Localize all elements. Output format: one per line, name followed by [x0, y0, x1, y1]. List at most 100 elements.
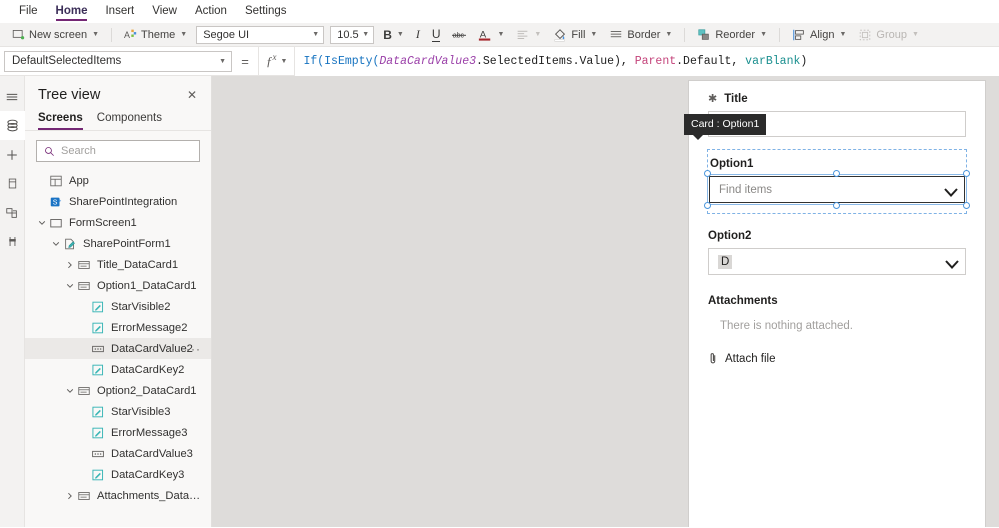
formula-input[interactable]: If(IsEmpty(DataCardValue3.SelectedItems.…	[294, 46, 999, 76]
fill-button[interactable]: Fill ▼	[547, 24, 603, 45]
screen-preview[interactable]: ✱ Title Option1 Find items Option2 D Att…	[684, 81, 985, 527]
tree-item-label: FormScreen1	[69, 216, 137, 229]
attachments-empty-text: There is nothing attached.	[720, 320, 853, 332]
chevron-down-icon[interactable]	[63, 282, 76, 290]
chevron-down-icon[interactable]	[35, 219, 48, 227]
app-canvas[interactable]: ✱ Title Option1 Find items Option2 D Att…	[212, 76, 999, 527]
form-icon	[62, 237, 78, 251]
tree-item-label: StarVisible2	[111, 300, 171, 313]
tree-item-sharepointform1[interactable]: SharePointForm1	[25, 233, 211, 254]
font-family-value: Segoe UI	[203, 28, 250, 41]
formula-token: )	[800, 54, 808, 68]
tree-item-datacardkey3[interactable]: DataCardKey3	[25, 464, 211, 485]
insert-plus-icon[interactable]	[0, 140, 25, 169]
reorder-button[interactable]: Reorder ▼	[691, 24, 773, 45]
tree-item-label: App	[69, 174, 89, 187]
underline-label: U	[431, 26, 441, 42]
data-sources-icon[interactable]	[0, 111, 25, 140]
tree-item-formscreen1[interactable]: FormScreen1	[25, 212, 211, 233]
option2-datacard[interactable]: Option2 D	[708, 230, 966, 275]
fx-button[interactable]: ƒx ▼	[258, 46, 294, 76]
italic-label: I	[415, 27, 420, 41]
attach-file-button[interactable]: Attach file	[708, 352, 966, 365]
menu-item-view[interactable]: View	[143, 2, 186, 21]
tree-item-datacardvalue2[interactable]: DataCardValue2 ···	[25, 338, 211, 359]
chevron-down-icon[interactable]	[943, 185, 958, 197]
chevron-down-icon: ▼	[497, 31, 505, 38]
strikethrough-button[interactable]: abc	[446, 24, 472, 45]
option1-placeholder: Find items	[719, 183, 773, 196]
resize-handle-bottom-right	[963, 202, 970, 209]
font-family-select[interactable]: Segoe UI ▼	[196, 25, 325, 44]
command-bar: New screen ▼ A Theme ▼ Segoe UI ▼ 10.5 ▼…	[0, 23, 999, 47]
theme-label: Theme	[141, 28, 176, 41]
option1-combobox[interactable]: Find items	[709, 176, 965, 203]
font-size-value: 10.5	[337, 28, 359, 41]
formula-token: Parent	[627, 54, 677, 68]
group-button[interactable]: Group ▼	[852, 24, 925, 45]
italic-button[interactable]: I	[410, 24, 426, 45]
search-input[interactable]: Search	[36, 140, 200, 162]
formula-token: If(	[303, 54, 325, 68]
bold-button[interactable]: B ▼	[377, 24, 410, 45]
hamburger-menu-icon[interactable]	[0, 82, 25, 111]
align-button[interactable]: Align ▼	[786, 24, 852, 45]
menu-item-insert[interactable]: Insert	[96, 2, 143, 21]
border-icon	[609, 28, 623, 42]
theme-button[interactable]: A Theme ▼	[118, 24, 193, 45]
tree-item-label: SharePointForm1	[83, 237, 171, 250]
tree-item-label: Option1_DataCard1	[97, 279, 197, 292]
tree-item-starvisible2[interactable]: StarVisible2	[25, 296, 211, 317]
chevron-down-icon: ▼	[665, 31, 673, 38]
menu-item-settings[interactable]: Settings	[236, 2, 296, 21]
attachments-datacard[interactable]: Attachments There is nothing attached. A…	[708, 295, 966, 365]
tree-view-panel: Tree view ✕ Screens Components Search Ap…	[25, 76, 212, 527]
menu-item-home[interactable]: Home	[47, 2, 97, 21]
tree-item-sharepointintegration[interactable]: S SharePointIntegration	[25, 191, 211, 212]
tree-item-overflow-menu[interactable]: ···	[186, 343, 201, 355]
menu-item-action[interactable]: Action	[186, 2, 236, 21]
tree-item-starvisible3[interactable]: StarVisible3	[25, 401, 211, 422]
tree-item-option2-datacard1[interactable]: Option2_DataCard1	[25, 380, 211, 401]
tree-view-tabs: Screens Components	[25, 112, 211, 131]
chevron-right-icon[interactable]	[63, 261, 76, 269]
tree-item-attachments-datacard1[interactable]: Attachments_DataCard1	[25, 485, 211, 506]
label-icon	[90, 300, 106, 314]
chevron-down-icon[interactable]	[944, 257, 959, 269]
power-apps-studio: File Home Insert View Action Settings Ne…	[0, 0, 999, 528]
chevron-down-icon: ▼	[362, 31, 370, 38]
tree-item-label: Option2_DataCard1	[97, 384, 197, 397]
chevron-right-icon[interactable]	[63, 492, 76, 500]
border-button[interactable]: Border ▼	[603, 24, 678, 45]
font-size-select[interactable]: 10.5 ▼	[330, 25, 375, 44]
underline-button[interactable]: U	[426, 24, 447, 45]
chevron-down-icon[interactable]	[49, 240, 62, 248]
tree-item-datacardkey2[interactable]: DataCardKey2	[25, 359, 211, 380]
tree-item-title-datacard1[interactable]: Title_DataCard1	[25, 254, 211, 275]
tree-item-option1-datacard1[interactable]: Option1_DataCard1	[25, 275, 211, 296]
tab-components[interactable]: Components	[97, 112, 162, 130]
combobox-icon	[90, 447, 106, 461]
tree-item-datacardvalue3[interactable]: DataCardValue3	[25, 443, 211, 464]
new-screen-button[interactable]: New screen ▼	[6, 24, 105, 45]
power-automate-icon[interactable]	[0, 198, 25, 227]
chevron-down-icon: ▼	[280, 57, 288, 65]
variables-icon[interactable]	[0, 227, 25, 256]
menu-item-file[interactable]: File	[10, 2, 47, 21]
font-color-button[interactable]: A ▼	[472, 24, 510, 45]
resize-handle-bottom-left	[704, 202, 711, 209]
divider	[111, 27, 113, 42]
media-icon[interactable]	[0, 169, 25, 198]
option1-datacard[interactable]: Option1 Find items	[704, 149, 970, 214]
option2-combobox[interactable]: D	[708, 248, 966, 275]
tree-item-errormessage2[interactable]: ErrorMessage2	[25, 317, 211, 338]
tree-item-errormessage3[interactable]: ErrorMessage3	[25, 422, 211, 443]
text-align-button[interactable]: ▼	[510, 24, 547, 45]
chevron-down-icon[interactable]	[63, 387, 76, 395]
strikethrough-icon: abc	[452, 28, 467, 41]
tab-screens[interactable]: Screens	[38, 112, 83, 130]
tree-view-header: Tree view ✕	[25, 76, 211, 112]
property-select[interactable]: DefaultSelectedItems ▼	[4, 50, 232, 72]
close-icon[interactable]: ✕	[183, 86, 201, 104]
tree-item-app[interactable]: App	[25, 170, 211, 191]
